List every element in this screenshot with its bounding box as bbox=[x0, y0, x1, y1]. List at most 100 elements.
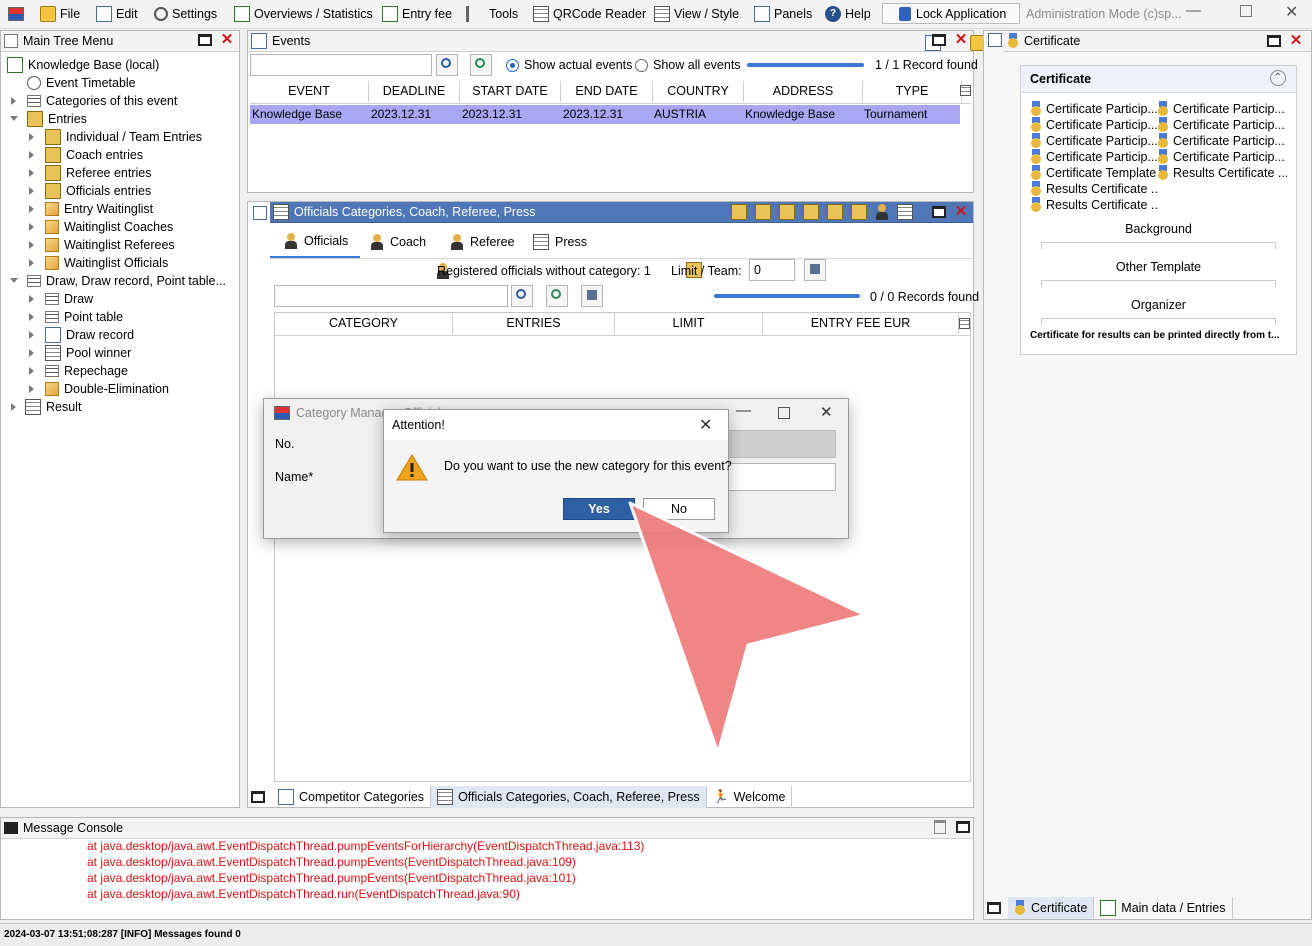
collapse-icon[interactable] bbox=[10, 116, 18, 121]
tree-item-point-table[interactable]: Point table bbox=[45, 308, 123, 326]
tree-item-entry-waitinglist[interactable]: Entry Waitinglist bbox=[45, 200, 153, 218]
certificate-item[interactable]: Certificate Particip... bbox=[1030, 133, 1158, 149]
col-event[interactable]: EVENT bbox=[250, 81, 369, 102]
events-search-input[interactable] bbox=[250, 54, 432, 76]
minimize-icon[interactable]: — bbox=[736, 402, 751, 419]
maximize-panel-button[interactable] bbox=[251, 791, 265, 803]
expand-icon[interactable] bbox=[29, 367, 34, 375]
close-icon[interactable]: ✕ bbox=[699, 415, 712, 435]
table-icon[interactable] bbox=[897, 204, 913, 220]
officials-search-input[interactable] bbox=[274, 285, 508, 307]
col-deadline[interactable]: DEADLINE bbox=[369, 81, 460, 102]
maximize-panel-button[interactable] bbox=[987, 902, 1001, 914]
background-field[interactable] bbox=[1041, 242, 1276, 249]
column-chooser-icon[interactable] bbox=[960, 85, 971, 96]
toolbar-icon[interactable] bbox=[755, 204, 771, 220]
expand-icon[interactable] bbox=[29, 349, 34, 357]
maximize-panel-button[interactable] bbox=[1267, 35, 1281, 47]
menu-help[interactable]: ? Help bbox=[825, 5, 871, 23]
menu-file[interactable]: File bbox=[40, 5, 80, 23]
menu-view-style[interactable]: View / Style bbox=[654, 5, 739, 23]
menu-entry-fee[interactable]: Entry fee bbox=[382, 5, 452, 23]
col-start-date[interactable]: START DATE bbox=[460, 81, 561, 102]
maximize-panel-button[interactable] bbox=[932, 206, 946, 218]
certificate-item[interactable]: Certificate Particip... bbox=[1030, 149, 1158, 165]
expand-icon[interactable] bbox=[29, 169, 34, 177]
collapse-section-icon[interactable]: ⌃ bbox=[1270, 70, 1286, 86]
trash-icon[interactable] bbox=[934, 820, 946, 834]
certificate-item[interactable]: Certificate Particip... bbox=[1030, 101, 1158, 117]
maximize-panel-button[interactable] bbox=[198, 34, 212, 46]
tree-item-event-timetable[interactable]: Event Timetable bbox=[27, 74, 136, 92]
col-type[interactable]: TYPE bbox=[863, 81, 962, 102]
expand-icon[interactable] bbox=[11, 403, 16, 411]
tree-item-categories[interactable]: Categories of this event bbox=[27, 92, 177, 110]
menu-panels[interactable]: Panels bbox=[754, 5, 812, 23]
expand-icon[interactable] bbox=[29, 313, 34, 321]
tree-item-knowledge-base[interactable]: Knowledge Base (local) bbox=[7, 56, 159, 74]
certificate-item[interactable]: Certificate Particip... bbox=[1030, 117, 1158, 133]
certificate-item[interactable]: Results Certificate ... bbox=[1157, 165, 1287, 181]
save-limit-button[interactable] bbox=[804, 259, 826, 281]
tree-item-waitinglist-referees[interactable]: Waitinglist Referees bbox=[45, 236, 175, 254]
expand-icon[interactable] bbox=[29, 241, 34, 249]
certificate-item[interactable]: Results Certificate ... bbox=[1030, 197, 1158, 213]
panel-detach-icon[interactable] bbox=[253, 206, 267, 220]
close-panel-icon[interactable]: ✕ bbox=[220, 32, 234, 48]
close-icon[interactable]: ✕ bbox=[820, 403, 833, 421]
col-end-date[interactable]: END DATE bbox=[561, 81, 653, 102]
menu-edit[interactable]: Edit bbox=[96, 5, 138, 23]
tree-item-officials-entries[interactable]: Officials entries bbox=[45, 182, 151, 200]
expand-icon[interactable] bbox=[11, 97, 16, 105]
events-refresh-button[interactable] bbox=[470, 54, 492, 76]
tab-competitor-categories[interactable]: Competitor Categories bbox=[272, 786, 432, 808]
tab-referee[interactable]: Referee bbox=[450, 226, 514, 258]
toolbar-icon[interactable] bbox=[779, 204, 795, 220]
limit-team-input[interactable] bbox=[749, 259, 795, 281]
maximize-window-button[interactable] bbox=[1240, 5, 1252, 17]
toolbar-icon[interactable] bbox=[851, 204, 867, 220]
tree-item-repechage[interactable]: Repechage bbox=[45, 362, 128, 380]
tree-item-waitinglist-officials[interactable]: Waitinglist Officials bbox=[45, 254, 168, 272]
minimize-window-button[interactable]: — bbox=[1186, 2, 1201, 19]
radio-show-all[interactable] bbox=[635, 59, 648, 72]
col-limit[interactable]: LIMIT bbox=[615, 313, 763, 334]
tab-welcome[interactable]: 🏃 Welcome bbox=[707, 786, 793, 808]
toolbar-icon[interactable] bbox=[731, 204, 747, 220]
expand-icon[interactable] bbox=[29, 223, 34, 231]
organizer-field[interactable] bbox=[1041, 318, 1276, 325]
menu-overviews[interactable]: Overviews / Statistics bbox=[234, 5, 373, 23]
tab-coach[interactable]: Coach bbox=[370, 226, 426, 258]
certificate-item[interactable]: Certificate Template bbox=[1030, 165, 1158, 181]
certificate-item[interactable]: Certificate Particip... bbox=[1157, 117, 1287, 133]
tree-item-draw[interactable]: Draw bbox=[45, 290, 93, 308]
name-field[interactable] bbox=[726, 463, 836, 491]
expand-icon[interactable] bbox=[29, 331, 34, 339]
expand-icon[interactable] bbox=[29, 295, 34, 303]
officials-refresh-button[interactable] bbox=[546, 285, 568, 307]
certificate-item[interactable]: Certificate Particip... bbox=[1157, 133, 1287, 149]
tree-item-double-elimination[interactable]: Double-Elimination bbox=[45, 380, 169, 398]
maximize-panel-button[interactable] bbox=[956, 821, 970, 833]
col-country[interactable]: COUNTRY bbox=[653, 81, 744, 102]
close-panel-icon[interactable]: ✕ bbox=[954, 204, 968, 220]
tree-item-waitinglist-coaches[interactable]: Waitinglist Coaches bbox=[45, 218, 173, 236]
tab-main-data-entries[interactable]: Main data / Entries bbox=[1094, 897, 1233, 919]
tree-item-referee-entries[interactable]: Referee entries bbox=[45, 164, 151, 182]
col-address[interactable]: ADDRESS bbox=[744, 81, 863, 102]
collapse-icon[interactable] bbox=[10, 278, 18, 283]
menu-tools[interactable]: Tools bbox=[466, 5, 518, 23]
officials-save-button[interactable] bbox=[581, 285, 603, 307]
certificate-item[interactable]: Certificate Particip... bbox=[1157, 149, 1287, 165]
col-entry-fee[interactable]: ENTRY FEE EUR bbox=[763, 313, 959, 334]
close-panel-icon[interactable]: ✕ bbox=[954, 32, 968, 48]
tree-item-draw-group[interactable]: Draw, Draw record, Point table... bbox=[27, 272, 226, 290]
menu-qrcode[interactable]: QRCode Reader bbox=[533, 5, 646, 23]
certificate-item[interactable]: Results Certificate ... bbox=[1030, 181, 1158, 197]
menu-settings[interactable]: Settings bbox=[154, 5, 217, 23]
tree-item-individual-team[interactable]: Individual / Team Entries bbox=[45, 128, 202, 146]
tree-item-coach-entries[interactable]: Coach entries bbox=[45, 146, 143, 164]
close-window-button[interactable]: ✕ bbox=[1285, 2, 1298, 22]
expand-icon[interactable] bbox=[29, 205, 34, 213]
expand-icon[interactable] bbox=[29, 151, 34, 159]
